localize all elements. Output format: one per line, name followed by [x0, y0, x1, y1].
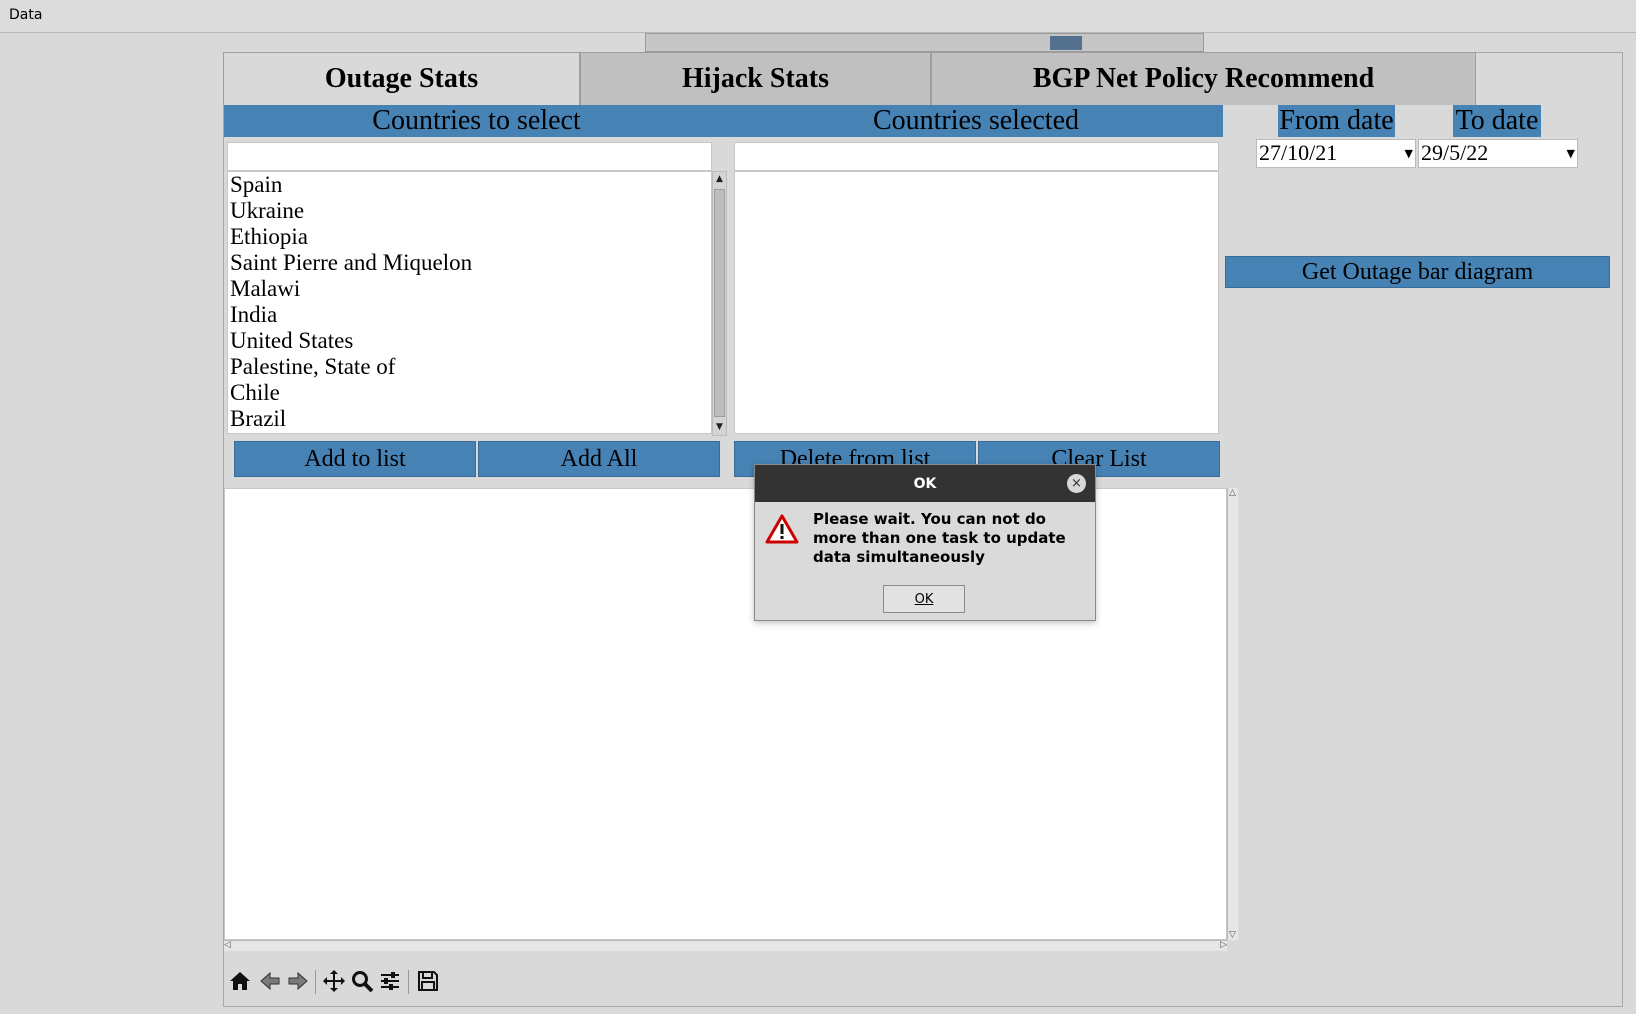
progress-bar: [645, 33, 1204, 52]
to-date-value: 29/5/22: [1421, 140, 1489, 165]
list-item[interactable]: Saint Pierre and Miquelon: [228, 250, 711, 276]
warning-dialog: OK × Please wait. You can not do more th…: [754, 464, 1096, 621]
list-item[interactable]: Ukraine: [228, 198, 711, 224]
dialog-title: OK: [913, 475, 937, 492]
countries-list-scrollbar[interactable]: ▲ ▼: [712, 171, 727, 436]
list-item[interactable]: Palestine, State of: [228, 354, 711, 380]
list-item[interactable]: United States: [228, 328, 711, 354]
menu-data[interactable]: Data: [9, 7, 42, 23]
countries-to-select-listbox[interactable]: Spain Ukraine Ethiopia Saint Pierre and …: [227, 171, 712, 434]
countries-selected-filter-input[interactable]: [734, 142, 1219, 171]
countries-to-select-filter-input[interactable]: [227, 142, 712, 171]
scroll-right-icon[interactable]: ▷: [1220, 940, 1227, 950]
from-date-value: 27/10/21: [1259, 140, 1338, 165]
to-date-field[interactable]: 29/5/22 ▼: [1418, 139, 1578, 168]
add-all-button[interactable]: Add All: [478, 441, 720, 477]
configure-icon[interactable]: [376, 966, 404, 996]
list-item[interactable]: Malawi: [228, 276, 711, 302]
ok-button[interactable]: OK: [883, 585, 965, 613]
home-icon[interactable]: [226, 966, 254, 996]
countries-selected-listbox[interactable]: [734, 171, 1219, 434]
scroll-up-icon[interactable]: △: [1229, 488, 1236, 498]
menubar: Data: [0, 0, 1636, 33]
list-item[interactable]: Brazil: [228, 406, 711, 432]
zoom-icon[interactable]: [348, 966, 376, 996]
progress-indicator: [1050, 36, 1082, 50]
from-date-field[interactable]: 27/10/21 ▼: [1256, 139, 1416, 168]
list-item[interactable]: Spain: [228, 172, 711, 198]
list-item[interactable]: Ethiopia: [228, 224, 711, 250]
countries-selected-header: Countries selected: [729, 105, 1223, 137]
scroll-up-icon[interactable]: ▲: [713, 172, 726, 187]
tab-bgp-net-policy-recommend[interactable]: BGP Net Policy Recommend: [931, 52, 1476, 105]
scrollbar-thumb[interactable]: [714, 189, 725, 417]
add-to-list-button[interactable]: Add to list: [234, 441, 476, 477]
scroll-down-icon[interactable]: ▽: [1229, 930, 1236, 940]
plot-toolbar: [224, 966, 474, 1002]
pan-icon[interactable]: [320, 966, 348, 996]
list-item[interactable]: Chile: [228, 380, 711, 406]
tab-hijack-stats[interactable]: Hijack Stats: [580, 52, 931, 105]
tab-outage-stats[interactable]: Outage Stats: [223, 52, 580, 105]
to-date-label: To date: [1453, 105, 1541, 137]
list-item[interactable]: India: [228, 302, 711, 328]
dialog-titlebar: OK: [755, 465, 1095, 502]
scroll-left-icon[interactable]: ◁: [224, 940, 231, 950]
warning-icon: [765, 513, 799, 545]
chevron-down-icon[interactable]: ▼: [1567, 141, 1575, 167]
close-icon[interactable]: ×: [1067, 474, 1086, 493]
chevron-down-icon[interactable]: ▼: [1405, 141, 1413, 167]
get-outage-bar-diagram-button[interactable]: Get Outage bar diagram: [1225, 256, 1610, 288]
save-icon[interactable]: [414, 966, 442, 996]
canvas-vertical-scrollbar[interactable]: △ ▽: [1227, 488, 1238, 940]
from-date-label: From date: [1278, 105, 1395, 137]
forward-arrow-icon[interactable]: [284, 966, 312, 996]
toolbar-separator: [315, 970, 316, 994]
scroll-down-icon[interactable]: ▼: [713, 420, 726, 435]
countries-to-select-header: Countries to select: [224, 105, 729, 137]
dialog-message: Please wait. You can not do more than on…: [813, 510, 1066, 566]
toolbar-separator: [408, 970, 409, 994]
back-arrow-icon[interactable]: [256, 966, 284, 996]
canvas-horizontal-scrollbar[interactable]: ◁ ▷: [224, 940, 1227, 951]
